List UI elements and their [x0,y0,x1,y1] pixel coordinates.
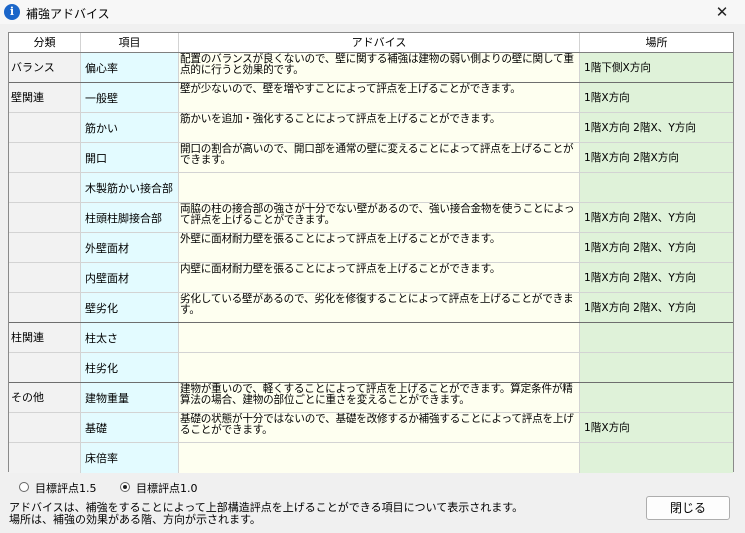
location-cell[interactable]: 1階X方向 2階X方向 [580,143,733,172]
window-close-button[interactable]: ✕ [705,1,739,23]
category-cell[interactable]: 柱関連 [9,323,81,352]
category-cell[interactable]: 壁関連 [9,83,81,112]
advice-cell[interactable]: 開口の割合が高いので、開口部を通常の壁に変えることによって評点を上げることができ… [179,143,580,172]
category-cell[interactable] [9,293,81,322]
location-cell[interactable] [580,383,733,412]
location-cell[interactable] [580,323,733,352]
footer-line-2: 場所は、補強の効果がある階、方向が示されます。 [9,513,261,526]
close-button[interactable]: 閉じる [646,496,730,520]
advice-cell[interactable] [179,443,580,473]
advice-cell[interactable]: 筋かいを追加・強化することによって評点を上げることができます。 [179,113,580,142]
item-cell[interactable]: 壁劣化 [81,293,179,322]
location-cell[interactable]: 1階X方向 2階X、Y方向 [580,113,733,142]
table-row[interactable]: その他 建物重量 建物が重いので、軽くすることによって評点を上げることができます。算… [9,383,733,413]
category-cell[interactable] [9,233,81,262]
table-body: バランス 偏心率 配置のバランスが良くないので、壁に関する補強は建物の弱い側よりの壁… [9,53,733,473]
category-cell[interactable]: その他 [9,383,81,412]
location-cell[interactable]: 1階X方向 2階X、Y方向 [580,203,733,232]
item-cell[interactable]: 内壁面材 [81,263,179,292]
advice-cell[interactable]: 壁が少ないので、壁を増やすことによって評点を上げることができます。 [179,83,580,112]
location-cell[interactable]: 1階X方向 2階X、Y方向 [580,293,733,322]
category-cell[interactable] [9,413,81,442]
header-item[interactable]: 項目 [81,33,179,52]
item-cell[interactable]: 偏心率 [81,53,179,82]
window-title: 補強アドバイス [26,7,110,21]
table-row[interactable]: 開口 開口の割合が高いので、開口部を通常の壁に変えることによって評点を上げることが… [9,143,733,173]
location-cell[interactable]: 1階X方向 2階X、Y方向 [580,263,733,292]
location-cell[interactable]: 1階下側X方向 [580,53,733,82]
table-row[interactable]: 柱頭柱脚接合部 両脇の柱の接合部の強さが十分でない壁があるので、強い接合金物を使う… [9,203,733,233]
table-row[interactable]: バランス 偏心率 配置のバランスが良くないので、壁に関する補強は建物の弱い側よりの壁… [9,53,733,83]
item-cell[interactable]: 基礎 [81,413,179,442]
location-cell[interactable] [580,173,733,202]
category-cell[interactable] [9,173,81,202]
advice-cell[interactable]: 外壁に面材耐力壁を張ることによって評点を上げることができます。 [179,233,580,262]
footer-note: アドバイスは、補強をすることによって上部構造評点を上げることができる項目について… [9,502,523,526]
advice-cell[interactable]: 内壁に面材耐力壁を張ることによって評点を上げることができます。 [179,263,580,292]
category-cell[interactable] [9,443,81,473]
title-bar: i 補強アドバイス ✕ [0,0,745,24]
advice-cell[interactable] [179,323,580,352]
radio-circle-selected[interactable] [120,482,130,492]
table-row[interactable]: 木製筋かい接合部 [9,173,733,203]
category-cell[interactable] [9,203,81,232]
item-cell[interactable]: 開口 [81,143,179,172]
table-header: 分類 項目 アドバイス 場所 [9,33,733,53]
category-cell[interactable] [9,353,81,382]
advice-cell[interactable]: 劣化している壁があるので、劣化を修復することによって評点を上げることができます。 [179,293,580,322]
info-icon: i [4,4,20,20]
category-cell[interactable] [9,113,81,142]
table-row[interactable]: 壁関連 一般壁 壁が少ないので、壁を増やすことによって評点を上げることができます。 1… [9,83,733,113]
table-row[interactable]: 外壁面材 外壁に面材耐力壁を張ることによって評点を上げることができます。 1階X方向… [9,233,733,263]
table-row[interactable]: 柱劣化 [9,353,733,383]
item-cell[interactable]: 柱劣化 [81,353,179,382]
item-cell[interactable]: 柱頭柱脚接合部 [81,203,179,232]
radio-circle[interactable] [19,482,29,492]
advice-cell[interactable]: 両脇の柱の接合部の強さが十分でない壁があるので、強い接合金物を使うことによって評… [179,203,580,232]
target-score-1-0-label: 目標評点1.0 [136,482,198,495]
advice-cell[interactable] [179,353,580,382]
table-row[interactable]: 柱関連 柱太さ [9,323,733,353]
table-row[interactable]: 壁劣化 劣化している壁があるので、劣化を修復することによって評点を上げることができ… [9,293,733,323]
item-cell[interactable]: 一般壁 [81,83,179,112]
advice-cell[interactable]: 建物が重いので、軽くすることによって評点を上げることができます。算定条件が精算法… [179,383,580,412]
location-cell[interactable]: 1階X方向 2階X、Y方向 [580,233,733,262]
category-cell[interactable]: バランス [9,53,81,82]
location-cell[interactable]: 1階X方向 [580,83,733,112]
category-cell[interactable] [9,263,81,292]
advice-cell[interactable]: 配置のバランスが良くないので、壁に関する補強は建物の弱い側よりの壁に関して重点的… [179,53,580,82]
header-advice[interactable]: アドバイス [179,33,580,52]
table-row[interactable]: 基礎 基礎の状態が十分ではないので、基礎を改修するか補強することによって評点を上げ… [9,413,733,443]
table-row[interactable]: 床倍率 [9,443,733,473]
location-cell[interactable]: 1階X方向 [580,413,733,442]
header-location[interactable]: 場所 [580,33,733,52]
advice-cell[interactable] [179,173,580,202]
target-score-1-5-label: 目標評点1.5 [35,482,97,495]
advice-table: 分類 項目 アドバイス 場所 バランス 偏心率 配置のバランスが良くないので、壁に関… [8,32,734,473]
category-cell[interactable] [9,143,81,172]
table-row[interactable]: 筋かい 筋かいを追加・強化することによって評点を上げることができます。 1階X方向 … [9,113,733,143]
item-cell[interactable]: 筋かい [81,113,179,142]
table-row[interactable]: 内壁面材 内壁に面材耐力壁を張ることによって評点を上げることができます。 1階X方向… [9,263,733,293]
item-cell[interactable]: 木製筋かい接合部 [81,173,179,202]
location-cell[interactable] [580,353,733,382]
location-cell[interactable] [580,443,733,473]
advice-cell[interactable]: 基礎の状態が十分ではないので、基礎を改修するか補強することによって評点を上げるこ… [179,413,580,442]
header-category[interactable]: 分類 [9,33,81,52]
item-cell[interactable]: 建物重量 [81,383,179,412]
item-cell[interactable]: 柱太さ [81,323,179,352]
item-cell[interactable]: 外壁面材 [81,233,179,262]
item-cell[interactable]: 床倍率 [81,443,179,473]
